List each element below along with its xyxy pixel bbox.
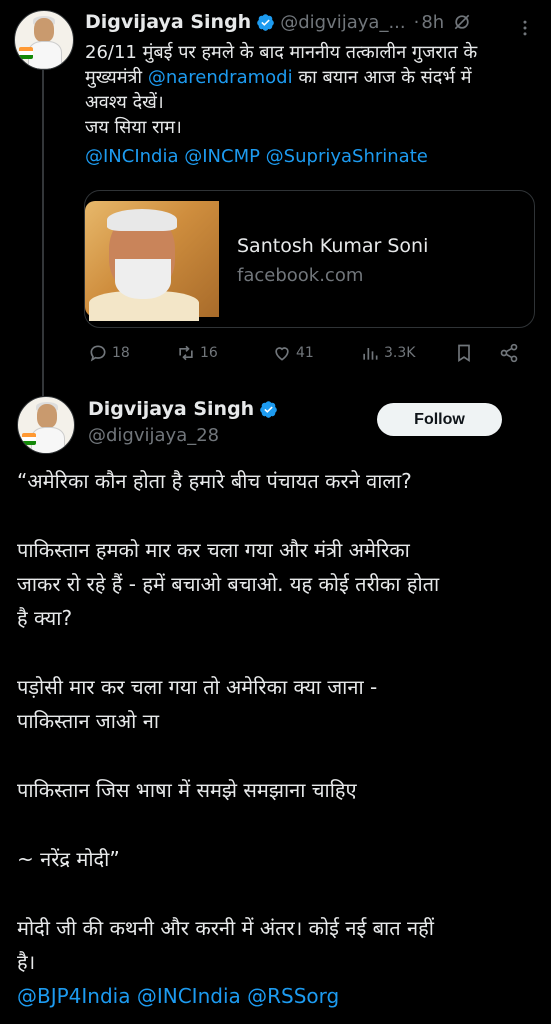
views-count: 3.3K xyxy=(384,345,416,361)
tweet-paragraph: जाकर रो रहे हैं - हमें बचाओ बचाओ. यह कोई… xyxy=(17,572,440,596)
no-notify-icon xyxy=(454,14,470,30)
link-card[interactable]: Santosh Kumar Soni facebook.com xyxy=(84,190,535,328)
author-handle[interactable]: @digvijaya_28 xyxy=(88,425,219,446)
tweet-paragraph: है। xyxy=(17,950,36,974)
tweet-body: “अमेरिका कौन होता है हमारे बीच पंचायत कर… xyxy=(17,464,537,1013)
reply-icon xyxy=(90,345,106,362)
handle-row: @digvijaya_28 xyxy=(88,425,219,446)
tweet-paragraph: पड़ोसी मार कर चला गया तो अमेरिका क्या जा… xyxy=(17,675,378,699)
tweet-paragraph: है क्या? xyxy=(17,606,73,630)
card-thumbnail xyxy=(85,201,219,321)
reply-count: 18 xyxy=(112,345,130,361)
tweet-paragraph: मोदी जी की कथनी और करनी में अंतर। कोई नई… xyxy=(17,916,434,940)
mentions-line[interactable]: @INCIndia @INCMP @SupriyaShrinate xyxy=(85,144,540,169)
tweet-line: मुख्यमंत्री @narendramodi का बयान आज के … xyxy=(85,67,472,88)
tweet-paragraph: ~ नरेंद्र मोदी” xyxy=(17,847,120,871)
like-icon xyxy=(275,347,289,361)
tweet-header: Digvijaya Singh xyxy=(88,398,283,420)
reply-button[interactable]: 18 xyxy=(88,343,130,363)
verified-icon xyxy=(257,13,275,31)
tweet-line: 26/11 मुंबई पर हमले के बाद माननीय तत्काल… xyxy=(85,42,478,63)
like-count: 41 xyxy=(296,345,314,361)
tweet-paragraph: पाकिस्तान जिस भाषा में समझे समझाना चाहिए xyxy=(17,778,357,802)
card-domain: facebook.com xyxy=(237,265,364,286)
tweet-actions: 18 16 41 3.3K xyxy=(88,343,528,367)
tweet-paragraph: पाकिस्तान हमको मार कर चला गया और मंत्री … xyxy=(17,538,410,562)
tweet-line: जय सिया राम। xyxy=(85,117,182,138)
repost-count: 16 xyxy=(200,345,218,361)
tweet-paragraph: पाकिस्तान जाओ ना xyxy=(17,709,160,733)
repost-icon xyxy=(179,345,193,361)
share-icon xyxy=(500,343,518,363)
bookmark-icon xyxy=(458,344,470,363)
card-title: Santosh Kumar Soni xyxy=(237,235,429,257)
like-button[interactable]: 41 xyxy=(272,343,314,363)
share-button[interactable] xyxy=(499,343,523,363)
thread-connector-line xyxy=(42,66,44,396)
views-button[interactable]: 3.3K xyxy=(360,343,415,363)
author-avatar[interactable] xyxy=(14,10,74,70)
mention-link[interactable]: @narendramodi xyxy=(148,67,293,88)
author-name[interactable]: Digvijaya Singh xyxy=(85,11,251,33)
tweet-paragraph: “अमेरिका कौन होता है हमारे बीच पंचायत कर… xyxy=(17,469,412,493)
author-avatar[interactable] xyxy=(17,396,75,454)
verified-icon xyxy=(260,400,278,418)
more-icon[interactable] xyxy=(515,18,535,38)
mentions-line[interactable]: @BJP4India @INCIndia @RSSorg xyxy=(17,979,537,1013)
tweet-line: अवश्य देखें। xyxy=(85,92,164,113)
author-handle[interactable]: @digvijaya_... xyxy=(280,12,405,33)
author-name[interactable]: Digvijaya Singh xyxy=(88,398,254,420)
timestamp[interactable]: 8h xyxy=(421,12,444,33)
separator-dot: · xyxy=(413,11,420,33)
follow-button[interactable]: Follow xyxy=(377,403,502,436)
repost-button[interactable]: 16 xyxy=(176,343,218,363)
bookmark-button[interactable] xyxy=(454,343,478,363)
flag-icon xyxy=(22,433,36,445)
flag-icon xyxy=(19,47,33,59)
views-icon xyxy=(363,348,378,360)
tweet-text: 26/11 मुंबई पर हमले के बाद माननीय तत्काल… xyxy=(85,40,540,169)
tweet-header: Digvijaya Singh @digvijaya_... · 8h xyxy=(85,11,472,33)
